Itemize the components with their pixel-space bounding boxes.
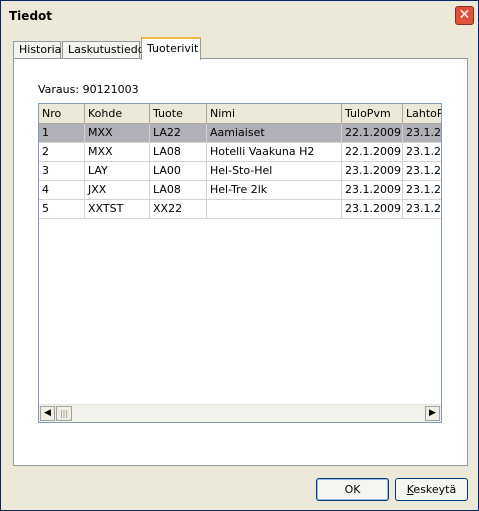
- tab-historia[interactable]: Historia: [13, 41, 61, 59]
- cell-nro: 1: [39, 124, 85, 142]
- cell-nimi: [207, 200, 342, 218]
- cell-lahtopvm: 23.1.20: [403, 181, 441, 199]
- cancel-button[interactable]: Keskeytä: [395, 478, 468, 501]
- cell-lahtopvm: 23.1.20: [403, 162, 441, 180]
- cell-kohde: XXTST: [85, 200, 150, 218]
- cell-nimi: Hel-Sto-Hel: [207, 162, 342, 180]
- cell-nimi: Aamiaiset: [207, 124, 342, 142]
- product-rows-table[interactable]: Nro Kohde Tuote Nimi TuloPvm LahtoPvm 1M…: [38, 103, 442, 423]
- cell-lahtopvm: 23.1.20: [403, 143, 441, 161]
- cell-kohde: MXX: [85, 143, 150, 161]
- title-bar[interactable]: Tiedot ✕: [1, 1, 478, 31]
- scroll-right-icon[interactable]: ▶: [425, 406, 440, 421]
- reservation-label: Varaus: 90121003: [38, 83, 139, 96]
- tab-tuoterivit[interactable]: Tuoterivit: [141, 37, 201, 60]
- cell-nro: 3: [39, 162, 85, 180]
- cell-tulopvm: 22.1.2009: [342, 124, 403, 142]
- scroll-thumb[interactable]: |||: [56, 406, 72, 421]
- horizontal-scrollbar[interactable]: ◀ ||| ▶: [39, 404, 441, 422]
- scroll-left-icon[interactable]: ◀: [40, 406, 55, 421]
- cell-nimi: Hotelli Vaakuna H2: [207, 143, 342, 161]
- close-icon[interactable]: ✕: [455, 6, 474, 25]
- cell-tuote: LA08: [150, 143, 207, 161]
- cell-nro: 4: [39, 181, 85, 199]
- cell-tuote: XX22: [150, 200, 207, 218]
- cell-kohde: MXX: [85, 124, 150, 142]
- table-header: Nro Kohde Tuote Nimi TuloPvm LahtoPvm: [39, 104, 441, 124]
- column-header-tulopvm[interactable]: TuloPvm: [342, 104, 403, 123]
- column-header-nimi[interactable]: Nimi: [207, 104, 342, 123]
- window-title: Tiedot: [9, 9, 53, 23]
- tab-panel: Varaus: 90121003 Nro Kohde Tuote Nimi Tu…: [13, 58, 468, 466]
- column-header-lahtopvm[interactable]: LahtoPvm: [403, 104, 441, 123]
- table-row[interactable]: 4JXXLA08Hel-Tre 2lk23.1.200923.1.20: [39, 181, 441, 200]
- ok-button[interactable]: OK: [316, 478, 389, 501]
- dialog-window: Tiedot ✕ Historia Laskutustiedot Tuoteri…: [0, 0, 479, 511]
- cell-tuote: LA08: [150, 181, 207, 199]
- cell-tulopvm: 23.1.2009: [342, 200, 403, 218]
- cell-nimi: Hel-Tre 2lk: [207, 181, 342, 199]
- cell-tuote: LA00: [150, 162, 207, 180]
- cell-lahtopvm: 23.1.20: [403, 124, 441, 142]
- column-header-tuote[interactable]: Tuote: [150, 104, 207, 123]
- cancel-label: eskeytä: [413, 483, 457, 496]
- tab-laskutustiedot[interactable]: Laskutustiedot: [62, 41, 149, 59]
- table-row[interactable]: 2 MXX LA08 Hotelli Vaakuna H2 22.1.2009 23.1.…: [39, 143, 441, 162]
- cell-tulopvm: 22.1.2009: [342, 143, 403, 161]
- column-header-kohde[interactable]: Kohde: [85, 104, 150, 123]
- column-header-nro[interactable]: Nro: [39, 104, 85, 123]
- table-row[interactable]: 3LAYLA00Hel-Sto-Hel23.1.200923.1.20: [39, 162, 441, 181]
- cell-lahtopvm: 23.1.20: [403, 200, 441, 218]
- cell-kohde: LAY: [85, 162, 150, 180]
- table-row[interactable]: 5XXTSTXX22 23.1.200923.1.20: [39, 200, 441, 219]
- cell-nro: 5: [39, 200, 85, 218]
- cell-tulopvm: 23.1.2009: [342, 181, 403, 199]
- cell-kohde: JXX: [85, 181, 150, 199]
- cell-nro: 2: [39, 143, 85, 161]
- cell-tuote: LA22: [150, 124, 207, 142]
- cell-tulopvm: 23.1.2009: [342, 162, 403, 180]
- table-row[interactable]: 1MXXLA22Aamiaiset22.1.200923.1.20: [39, 124, 441, 143]
